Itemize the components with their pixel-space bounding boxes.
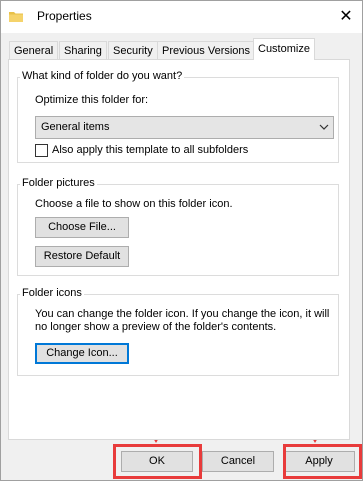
folder-icons-heading: Folder icons	[20, 287, 84, 299]
apply-subfolders-checkbox[interactable]	[35, 144, 48, 157]
tab-customize[interactable]: Customize	[253, 38, 315, 60]
folder-icons-description-line2: no longer show a preview of the folder's…	[35, 321, 277, 333]
change-icon-button[interactable]: Change Icon...	[35, 343, 129, 364]
tab-sharing[interactable]: Sharing	[59, 41, 107, 60]
folder-pictures-heading: Folder pictures	[20, 177, 97, 189]
folder-type-group: What kind of folder do you want? Optimiz…	[17, 70, 339, 163]
tab-previous-versions[interactable]: Previous Versions	[157, 41, 256, 60]
folder-type-heading: What kind of folder do you want?	[20, 70, 185, 82]
apply-highlight-box	[283, 444, 362, 479]
folder-icon	[9, 12, 23, 22]
choose-file-button[interactable]: Choose File...	[35, 217, 129, 238]
title-bar: Properties ✕	[1, 1, 362, 33]
restore-default-button[interactable]: Restore Default	[35, 246, 129, 267]
cancel-button[interactable]: Cancel	[202, 451, 274, 472]
apply-subfolders-label: Also apply this template to all subfolde…	[52, 144, 249, 156]
folder-icons-group: Folder icons You can change the folder i…	[17, 287, 339, 376]
optimize-dropdown[interactable]: General items	[35, 116, 334, 139]
properties-window: Properties ✕ General Sharing Security Pr…	[0, 0, 363, 481]
chevron-down-icon	[319, 124, 329, 130]
window-title: Properties	[37, 9, 92, 23]
tab-general[interactable]: General	[9, 41, 59, 60]
optimize-label: Optimize this folder for:	[35, 94, 149, 106]
folder-pictures-group: Folder pictures Choose a file to show on…	[17, 177, 339, 276]
ok-highlight-box	[113, 444, 202, 479]
folder-pictures-description: Choose a file to show on this folder ico…	[35, 198, 233, 210]
customize-panel: What kind of folder do you want? Optimiz…	[8, 59, 350, 440]
close-button[interactable]: ✕	[330, 1, 362, 33]
optimize-selected-value: General items	[41, 121, 110, 133]
tab-security[interactable]: Security	[108, 41, 158, 60]
folder-icons-description-line1: You can change the folder icon. If you c…	[35, 308, 330, 320]
